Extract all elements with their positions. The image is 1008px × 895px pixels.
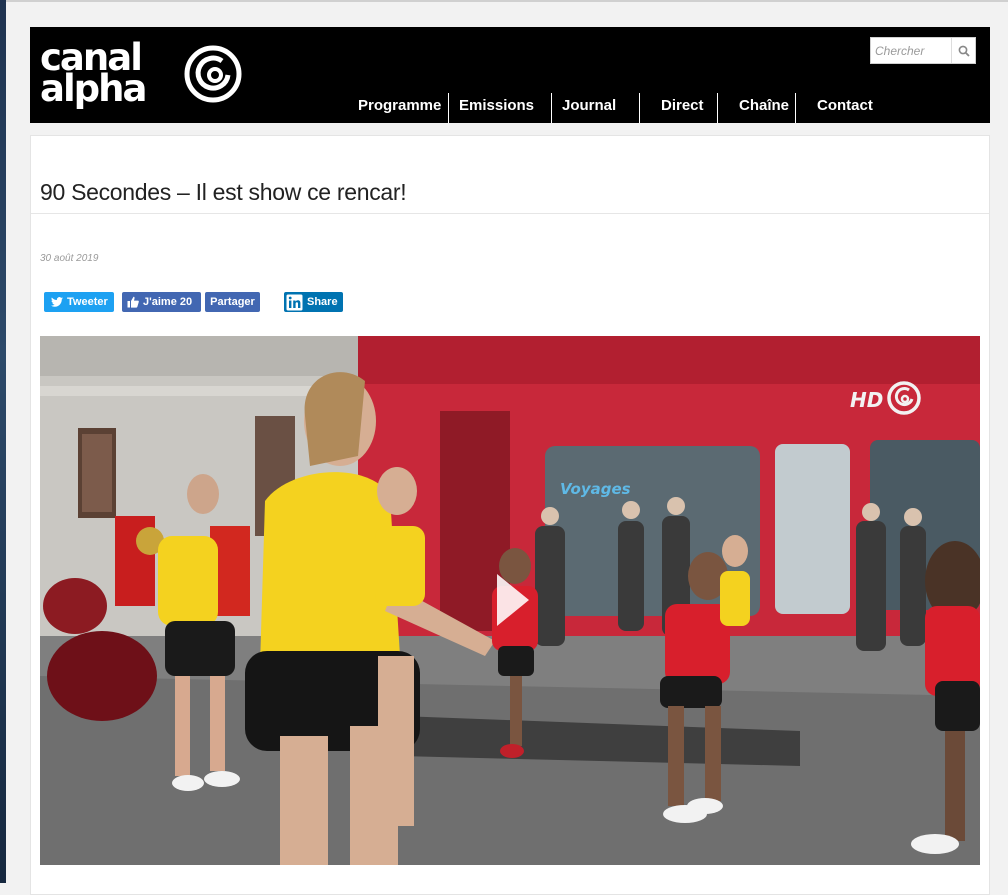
window-left-edge <box>0 0 6 883</box>
hd-badge: HD <box>850 380 922 421</box>
nav-direct[interactable]: Direct <box>640 93 718 123</box>
article-card: 90 Secondes – Il est show ce rencar! 30 … <box>30 135 990 895</box>
logo-line-2: alpha <box>40 67 147 110</box>
thumbs-up-icon <box>127 296 139 308</box>
logo-wordmark: canal alpha <box>40 39 147 110</box>
page-title: 90 Secondes – Il est show ce rencar! <box>40 179 407 205</box>
search-box <box>870 37 976 64</box>
site-header: canal alpha Programme Emissions Journal … <box>30 27 990 123</box>
share-label: Partager <box>210 296 255 308</box>
title-divider <box>31 213 989 214</box>
nav-journal[interactable]: Journal <box>552 93 640 123</box>
facebook-like-button[interactable]: J'aime 20 <box>122 292 201 312</box>
play-icon[interactable] <box>495 572 531 628</box>
linkedin-label: Share <box>307 296 338 308</box>
hd-text: HD <box>850 388 883 412</box>
search-icon <box>958 45 970 57</box>
video-player[interactable]: Voyages HD <box>40 336 980 865</box>
publish-date: 30 août 2019 <box>40 253 99 264</box>
tweet-label: Tweeter <box>67 296 108 308</box>
facebook-share-button[interactable]: Partager <box>205 292 260 312</box>
window-top-edge <box>6 0 1008 2</box>
search-input[interactable] <box>871 38 955 63</box>
nav-contact[interactable]: Contact <box>796 93 886 123</box>
linkedin-share-button[interactable]: Share <box>284 292 343 312</box>
canal-alpha-logo[interactable]: canal alpha <box>40 39 255 113</box>
voyages-sign: Voyages <box>560 480 631 498</box>
linkedin-icon <box>286 294 303 310</box>
nav-emissions[interactable]: Emissions <box>449 93 552 123</box>
hd-logo-icon: HD <box>850 381 921 415</box>
nav-programme[interactable]: Programme <box>348 93 449 123</box>
nav-chaine[interactable]: Chaîne <box>718 93 796 123</box>
tweet-button[interactable]: Tweeter <box>44 292 114 312</box>
like-label: J'aime 20 <box>143 296 193 308</box>
main-nav: Programme Emissions Journal Direct Chaîn… <box>348 93 886 123</box>
canal-alpha-swirl-icon <box>184 45 242 103</box>
twitter-bird-icon <box>51 297 63 307</box>
search-button[interactable] <box>951 38 975 63</box>
